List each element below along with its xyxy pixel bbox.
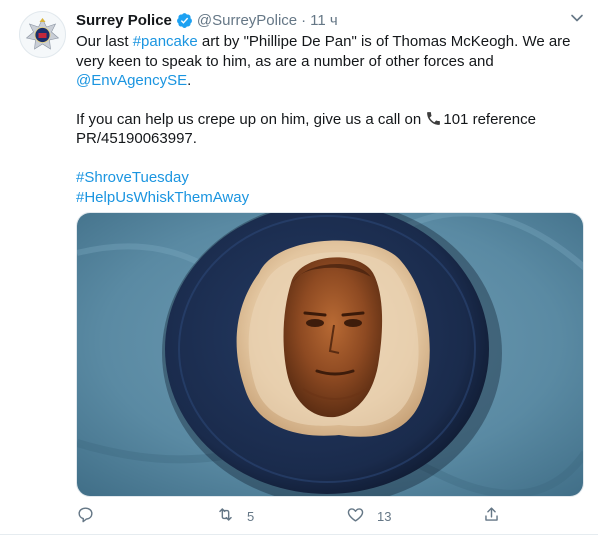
tweet-header: Surrey Police @SurreyPolice · 11 ч: [76, 10, 338, 30]
timestamp[interactable]: 11 ч: [310, 12, 338, 29]
share-icon: [482, 505, 501, 527]
phone-icon: [425, 110, 442, 127]
tweet-paragraph-1: Our last #pancake art by "Phillipe De Pa…: [76, 32, 576, 91]
tweet-paragraph-2: If you can help us crepe up on him, give…: [76, 110, 576, 149]
mention-envagencyse[interactable]: @EnvAgencySE: [76, 72, 187, 89]
separator: ·: [301, 11, 307, 29]
hashtag-shrovetuesday[interactable]: #ShroveTuesday: [76, 169, 189, 186]
tweet-text: Our last #pancake art by "Phillipe De Pa…: [76, 32, 576, 207]
verified-icon: [176, 12, 193, 29]
tweet-actions: 5 13: [0, 505, 598, 529]
reply-button[interactable]: [76, 505, 95, 527]
share-button[interactable]: [482, 505, 501, 527]
like-button[interactable]: 13: [346, 505, 391, 527]
tweet[interactable]: Surrey Police @SurreyPolice · 11 ч Our l…: [0, 0, 598, 535]
like-count: 13: [377, 508, 392, 524]
author-name[interactable]: Surrey Police: [76, 12, 172, 29]
hashtag-pancake[interactable]: #pancake: [133, 33, 198, 50]
avatar[interactable]: [19, 11, 66, 58]
retweet-count: 5: [247, 508, 255, 524]
pancake-portrait-photo: [77, 213, 583, 496]
reply-icon: [76, 505, 95, 527]
tweet-paragraph-3: #ShroveTuesday #HelpUsWhiskThemAway: [76, 168, 576, 207]
retweet-button[interactable]: 5: [216, 505, 254, 527]
tweet-photo[interactable]: [76, 212, 584, 497]
text-segment: .: [187, 72, 192, 90]
retweet-icon: [216, 505, 235, 527]
police-badge-logo: [25, 18, 60, 50]
chevron-down-icon[interactable]: [569, 10, 585, 26]
author-handle[interactable]: @SurreyPolice: [197, 12, 297, 29]
text-segment: Our last: [76, 33, 133, 50]
like-icon: [346, 505, 365, 527]
text-segment: If you can help us crepe up on him, give…: [76, 110, 426, 128]
hashtag-helpuswhiskthemaway[interactable]: #HelpUsWhiskThemAway: [76, 189, 249, 206]
